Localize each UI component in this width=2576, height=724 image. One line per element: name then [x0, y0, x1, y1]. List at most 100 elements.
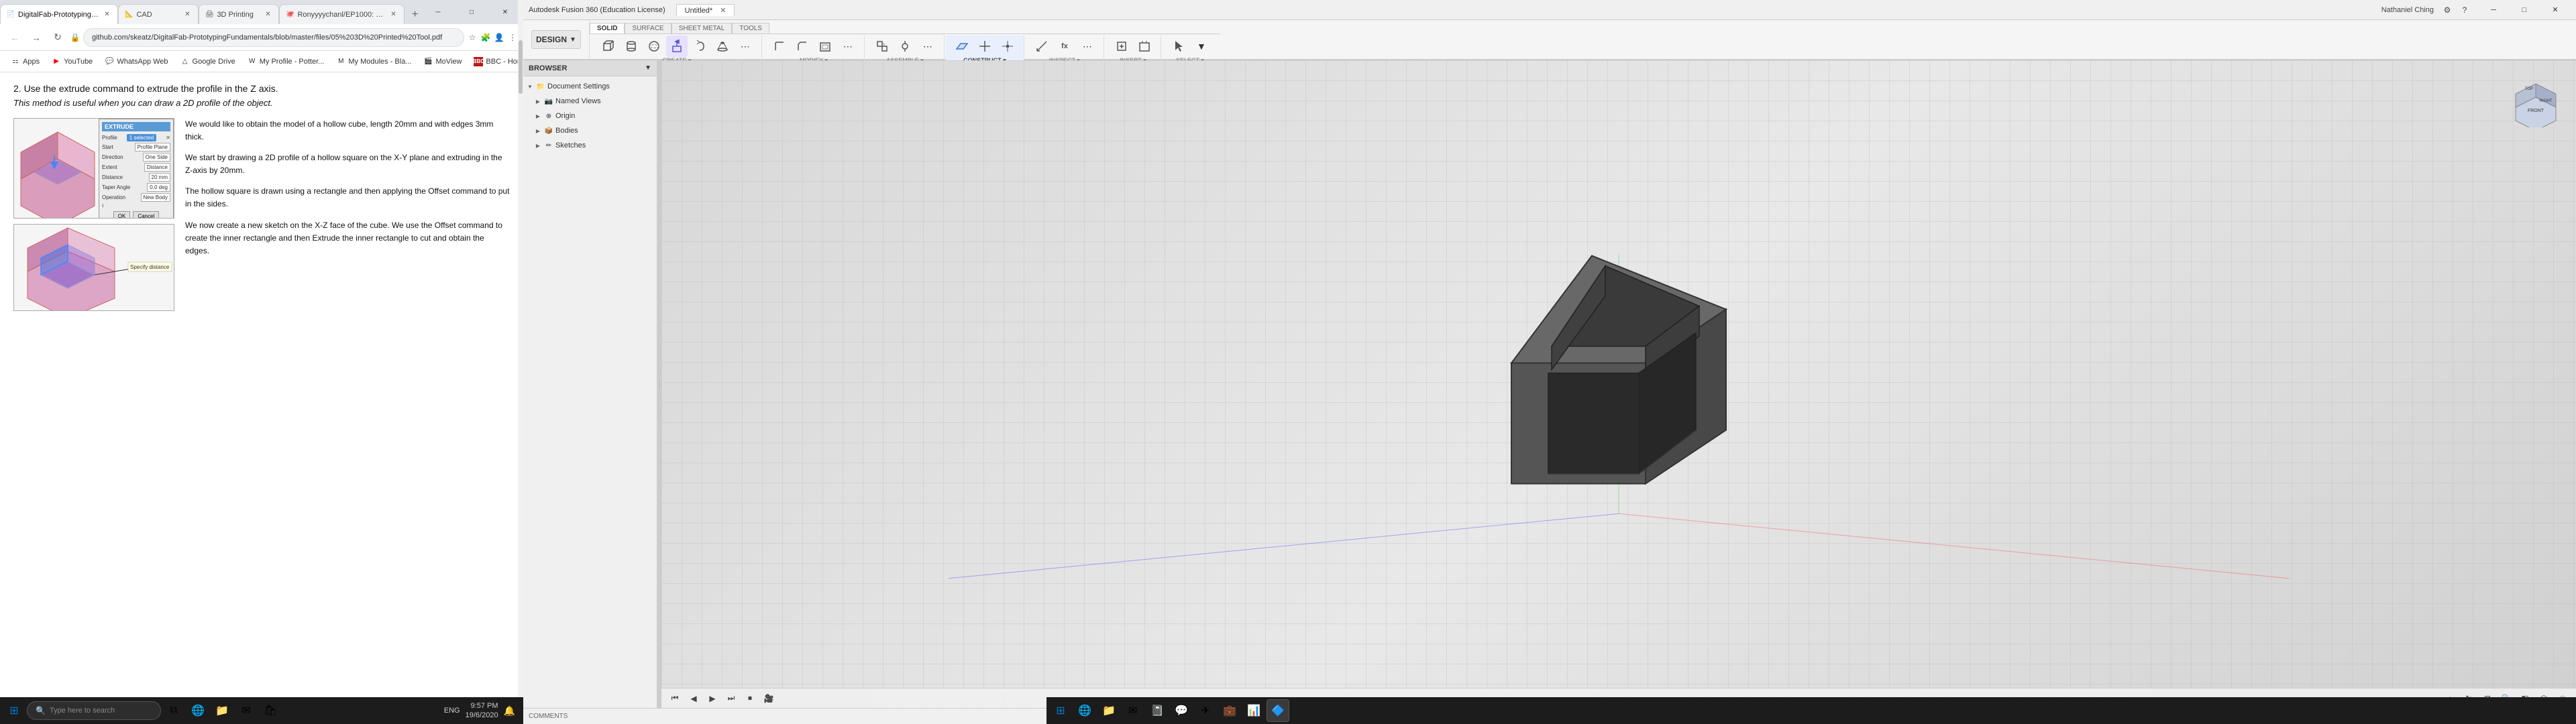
construct-point-btn[interactable] [997, 36, 1018, 57]
inspect-measure-btn[interactable] [1031, 36, 1053, 57]
fusion-taskbar-explorer[interactable]: 📁 [1097, 699, 1120, 722]
inspect-fx-btn[interactable]: fx [1054, 36, 1075, 57]
back-button[interactable]: ← [5, 28, 24, 47]
bookmark-youtube[interactable]: ▶ YouTube [46, 54, 98, 69]
bookmark-gdrive[interactable]: △ Google Drive [175, 54, 241, 69]
tab-sheetmetal[interactable]: SHEET METAL [672, 23, 733, 34]
close-button[interactable]: ✕ [490, 2, 521, 22]
tab-close-1[interactable]: ✕ [101, 9, 112, 20]
tab-digitalfab[interactable]: 📄 DigitalFab-PrototypingFundam... ✕ [0, 4, 118, 24]
taskbar-search[interactable]: 🔍 Type here to search [27, 701, 161, 720]
tab-cad[interactable]: 📐 CAD ✕ [118, 4, 199, 24]
bookmark-profile[interactable]: W My Profile - Potter... [242, 54, 330, 69]
insert-canvas-btn[interactable] [1134, 36, 1155, 57]
taskbar-task-view[interactable]: ⧉ [162, 699, 185, 722]
inspect-more-btn[interactable]: ⋯ [1077, 36, 1098, 57]
modify-more-btn[interactable]: ⋯ [837, 36, 859, 57]
fusion-close[interactable]: ✕ [2540, 1, 2571, 19]
bookmark-bbc[interactable]: BBC BBC - Homepage [468, 54, 523, 69]
minimize-button[interactable]: ─ [423, 2, 453, 22]
tab-solid[interactable]: SOLID [590, 23, 625, 34]
modify-shell-btn[interactable] [814, 36, 836, 57]
create-cylinder-btn[interactable] [621, 36, 642, 57]
construct-plane-btn[interactable] [951, 36, 973, 57]
modify-fillet-btn[interactable] [769, 36, 790, 57]
create-extrude-btn[interactable] [666, 36, 688, 57]
create-sphere-btn[interactable] [643, 36, 665, 57]
fusion-taskbar-whatsapp[interactable]: 💬 [1170, 699, 1193, 722]
bookmark-apps[interactable]: ⚏ Apps [5, 54, 45, 69]
bookmark-whatsapp[interactable]: 💬 WhatsApp Web [99, 54, 173, 69]
tree-item-named-views[interactable]: ▶ 📷 Named Views [523, 94, 657, 109]
vp-stop[interactable]: ⏹ [742, 690, 758, 707]
select-more-btn[interactable]: ▼ [1191, 36, 1212, 57]
tab-close-3[interactable]: ✕ [262, 9, 273, 20]
fusion-settings-icon[interactable]: ⚙ [2439, 2, 2455, 18]
vp-camera[interactable]: 🎥 [761, 690, 777, 707]
tree-item-sketches[interactable]: ▶ ✏ Sketches [523, 138, 657, 153]
fusion-taskbar-start[interactable]: ⊞ [1049, 699, 1072, 722]
address-input[interactable] [83, 28, 464, 47]
tab-close-2[interactable]: ✕ [182, 9, 193, 20]
tab-github[interactable]: 🐙 Ronyyyychanl/EP1000: Module V... ✕ [279, 4, 405, 24]
create-revolve-btn[interactable] [689, 36, 710, 57]
assemble-new-btn[interactable] [871, 36, 893, 57]
taskbar-start[interactable]: ⊞ [3, 699, 25, 722]
create-box-btn[interactable] [598, 36, 619, 57]
file-tab-close[interactable]: ✕ [720, 7, 726, 15]
browser-collapse[interactable]: ▼ [645, 64, 651, 72]
taskbar-mail[interactable]: ✉ [235, 699, 258, 722]
taskbar-file-explorer[interactable]: 📁 [211, 699, 233, 722]
fusion-taskbar-onenote[interactable]: 📓 [1146, 699, 1169, 722]
select-btn[interactable] [1168, 36, 1189, 57]
assemble-joint-btn[interactable] [894, 36, 916, 57]
vp-play-start[interactable]: ⏮ [667, 690, 683, 707]
construct-axis-btn[interactable] [974, 36, 996, 57]
ok-button[interactable]: OK [113, 211, 131, 219]
fusion-taskbar-teams[interactable]: 📊 [1242, 699, 1265, 722]
bookmark-modules[interactable]: M My Modules - Bla... [331, 54, 417, 69]
create-loft-btn[interactable] [712, 36, 733, 57]
modify-chamfer-btn[interactable] [792, 36, 813, 57]
vp-play-forward[interactable]: ▶ [704, 690, 720, 707]
cancel-button[interactable]: Cancel [133, 211, 159, 219]
fusion-file-tab[interactable]: Untitled* ✕ [676, 4, 735, 16]
new-tab-button[interactable]: + [407, 5, 423, 24]
create-more-btn[interactable]: ⋯ [735, 36, 756, 57]
fusion-minimize[interactable]: ─ [2478, 1, 2509, 19]
vp-play-back[interactable]: ◀ [686, 690, 702, 707]
fusion-maximize[interactable]: □ [2509, 1, 2540, 19]
taskbar-store[interactable]: 🛍 [259, 699, 282, 722]
fusion-taskbar-mail[interactable]: ✉ [1122, 699, 1144, 722]
tree-item-document-settings[interactable]: ▼ 📁 Document Settings [523, 79, 657, 94]
menu-icon[interactable]: ⋮ [507, 32, 518, 43]
taskbar-chrome[interactable]: 🌐 [186, 699, 209, 722]
extensions-icon[interactable]: 🧩 [480, 32, 491, 43]
tab-3dprinting[interactable]: 🖨 3D Printing ✕ [199, 4, 279, 24]
fusion-taskbar-fusion[interactable]: 🔷 [1267, 699, 1289, 722]
profile-icon[interactable]: 👤 [494, 32, 504, 43]
tree-item-origin[interactable]: ▶ ⊕ Origin [523, 109, 657, 123]
bookmark-moview[interactable]: 🎬 MoView [418, 54, 467, 69]
tab-close-4[interactable]: ✕ [388, 9, 398, 20]
forward-button[interactable]: → [27, 28, 46, 47]
insert-btn[interactable] [1111, 36, 1132, 57]
fusion-taskbar-chrome[interactable]: 🌐 [1073, 699, 1096, 722]
scrollbar-thumb[interactable] [519, 40, 523, 94]
fusion-help-icon[interactable]: ? [2457, 2, 2473, 18]
bookmark-star-icon[interactable]: ☆ [467, 32, 478, 43]
browser-scrollbar[interactable] [518, 0, 523, 724]
tab-surface[interactable]: SURFACE [625, 23, 671, 34]
vp-play-end[interactable]: ⏭ [723, 690, 739, 707]
tree-item-bodies[interactable]: ▶ 📦 Bodies [523, 123, 657, 138]
design-dropdown[interactable]: DESIGN ▼ [531, 30, 581, 49]
view-cube[interactable]: FRONT RIGHT TOP [2509, 74, 2563, 127]
fusion-taskbar-telegram[interactable]: ✈ [1194, 699, 1217, 722]
reload-button[interactable]: ↻ [48, 28, 67, 47]
tab-tools[interactable]: TOOLS [732, 23, 769, 34]
fusion-taskbar-slack[interactable]: 💼 [1218, 699, 1241, 722]
dialog-close-x[interactable]: ✕ [166, 135, 170, 141]
assemble-more-btn[interactable]: ⋯ [917, 36, 938, 57]
notification-icon[interactable]: 🔔 [504, 705, 515, 717]
maximize-button[interactable]: □ [456, 2, 487, 22]
